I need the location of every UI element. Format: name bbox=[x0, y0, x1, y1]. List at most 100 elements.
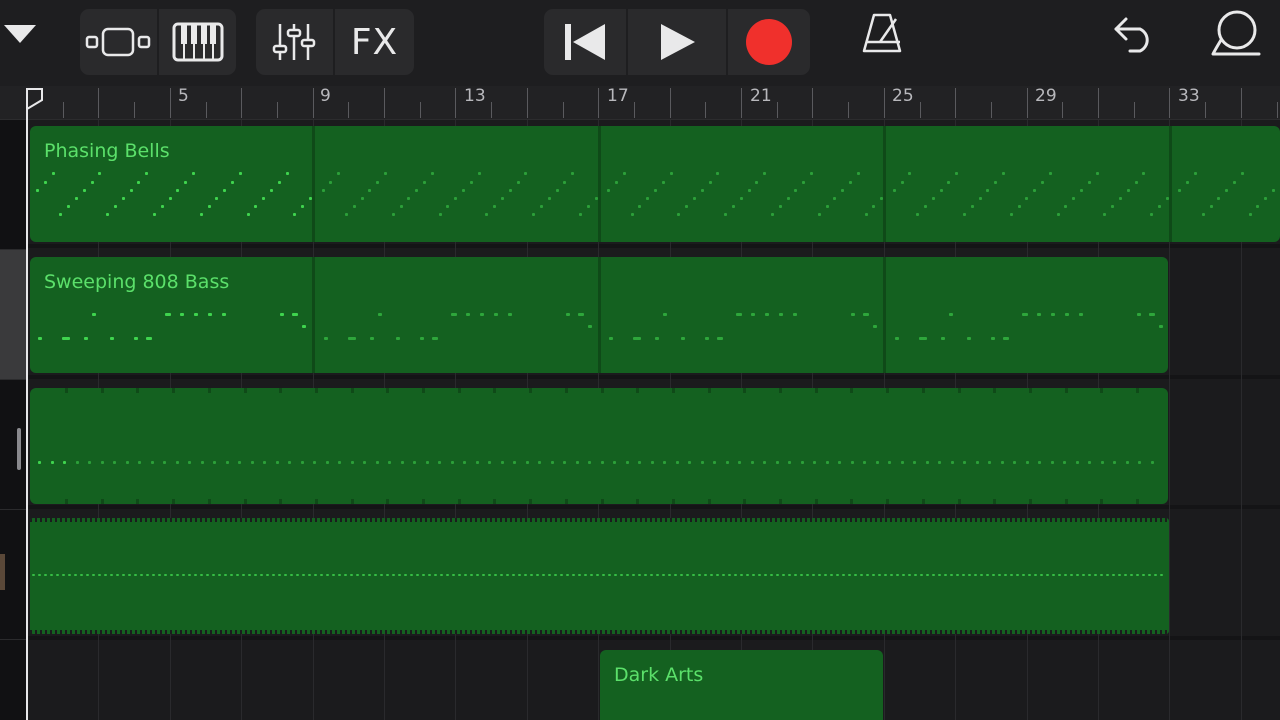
midi-note bbox=[778, 205, 782, 208]
region-edge-tick bbox=[920, 630, 922, 634]
sustained-note bbox=[680, 574, 683, 576]
midi-note bbox=[168, 197, 172, 200]
track-header-instrument[interactable] bbox=[0, 510, 27, 640]
region-edge-tick bbox=[495, 518, 497, 522]
go-to-start-button[interactable] bbox=[544, 9, 626, 75]
timeline-ruler[interactable]: 5 9 13 17 21 25 29 33 bbox=[0, 86, 1280, 120]
region-edge-tick bbox=[530, 518, 532, 522]
region-edge-tick bbox=[720, 518, 722, 522]
region-edge-tick bbox=[575, 518, 577, 522]
track-header-808-bass[interactable] bbox=[0, 250, 27, 380]
sustained-note bbox=[314, 574, 317, 576]
drum-hit bbox=[476, 461, 479, 464]
midi-note bbox=[724, 213, 728, 216]
sustained-note bbox=[542, 574, 545, 576]
track-header-drums[interactable] bbox=[0, 380, 27, 510]
region-edge-tick bbox=[885, 518, 887, 522]
region-edge-tick bbox=[250, 630, 252, 634]
midi-note bbox=[1002, 172, 1005, 175]
region-sweeping-808-bass[interactable]: Sweeping 808 Bass bbox=[30, 257, 1168, 373]
region-edge-tick bbox=[950, 518, 952, 522]
region-edge-tick bbox=[345, 630, 347, 634]
track-header-dark-arts[interactable] bbox=[0, 640, 27, 720]
region-edge-tick bbox=[1040, 518, 1042, 522]
region-drummer[interactable] bbox=[30, 388, 1168, 504]
region-edge-tick bbox=[585, 630, 587, 634]
drum-hit bbox=[801, 461, 804, 464]
midi-note bbox=[1041, 181, 1044, 184]
region-edge-tick bbox=[1075, 518, 1077, 522]
midi-note bbox=[755, 181, 759, 184]
region-loop-divider bbox=[565, 388, 568, 393]
region-instrument[interactable] bbox=[30, 518, 1169, 634]
undo-button[interactable] bbox=[1106, 0, 1162, 66]
drum-hit bbox=[88, 461, 91, 464]
region-edge-tick bbox=[230, 630, 232, 634]
midi-note bbox=[153, 213, 156, 216]
mixer-button[interactable] bbox=[256, 9, 332, 75]
midi-note bbox=[622, 172, 626, 175]
region-phasing-bells[interactable]: Phasing Bells bbox=[30, 126, 1280, 242]
region-edge-tick bbox=[765, 630, 767, 634]
region-edge-tick bbox=[550, 630, 552, 634]
region-edge-tick bbox=[135, 518, 137, 522]
track-header-phasing-bells[interactable] bbox=[0, 120, 27, 250]
ruler-tick bbox=[384, 88, 385, 118]
tracks-area[interactable]: Phasing Bells Sweeping 808 Bass Dark Art… bbox=[28, 120, 1280, 720]
ruler-tick bbox=[420, 102, 421, 118]
region-edge-tick bbox=[310, 518, 312, 522]
region-edge-tick bbox=[280, 518, 282, 522]
sustained-note bbox=[788, 574, 791, 576]
midi-note bbox=[1194, 172, 1197, 175]
sustained-note bbox=[188, 574, 191, 576]
midi-note bbox=[407, 197, 411, 200]
region-dark-arts[interactable]: Dark Arts bbox=[600, 650, 883, 720]
region-edge-tick bbox=[920, 518, 922, 522]
playhead-line[interactable] bbox=[26, 88, 28, 720]
tracks-view-button[interactable] bbox=[80, 9, 156, 75]
region-edge-tick bbox=[630, 630, 632, 634]
region-edge-tick bbox=[290, 518, 292, 522]
region-edge-tick bbox=[410, 518, 412, 522]
region-loop-divider bbox=[208, 388, 211, 393]
metronome-button[interactable] bbox=[854, 0, 910, 66]
region-edge-tick bbox=[1035, 630, 1037, 634]
sustained-note bbox=[698, 574, 701, 576]
drum-hit bbox=[113, 461, 116, 464]
midi-note bbox=[165, 313, 171, 316]
keyboard-button[interactable] bbox=[159, 9, 236, 75]
midi-note bbox=[207, 205, 211, 208]
sustained-note bbox=[1052, 574, 1055, 576]
region-loop-divider bbox=[136, 499, 139, 504]
drum-hit bbox=[226, 461, 229, 464]
ruler-tick bbox=[455, 88, 456, 118]
play-icon bbox=[661, 24, 695, 60]
play-button[interactable] bbox=[628, 9, 726, 75]
drum-hit bbox=[713, 461, 716, 464]
region-edge-tick bbox=[1155, 630, 1157, 634]
region-loop-divider bbox=[1065, 499, 1068, 504]
region-edge-tick bbox=[400, 630, 402, 634]
sustained-note bbox=[296, 574, 299, 576]
sustained-note bbox=[482, 574, 485, 576]
midi-note bbox=[763, 172, 767, 175]
drum-hit bbox=[651, 461, 654, 464]
region-edge-tick bbox=[230, 518, 232, 522]
region-edge-tick bbox=[125, 518, 127, 522]
drum-hit bbox=[176, 461, 179, 464]
ruler-tick bbox=[491, 102, 492, 118]
region-edge-tick bbox=[40, 630, 42, 634]
region-edge-tick bbox=[970, 518, 972, 522]
tracks-dropdown-button[interactable] bbox=[0, 0, 40, 66]
region-loop-divider bbox=[1029, 499, 1032, 504]
sustained-note bbox=[338, 574, 341, 576]
loop-browser-button[interactable] bbox=[1206, 0, 1266, 66]
record-button[interactable] bbox=[728, 9, 810, 75]
region-edge-tick bbox=[35, 630, 37, 634]
region-edge-tick bbox=[590, 630, 592, 634]
playhead-handle[interactable] bbox=[26, 88, 44, 110]
midi-note bbox=[810, 172, 813, 175]
fx-button[interactable]: FX bbox=[335, 9, 414, 75]
sustained-note bbox=[584, 574, 587, 576]
region-edge-tick bbox=[365, 518, 367, 522]
